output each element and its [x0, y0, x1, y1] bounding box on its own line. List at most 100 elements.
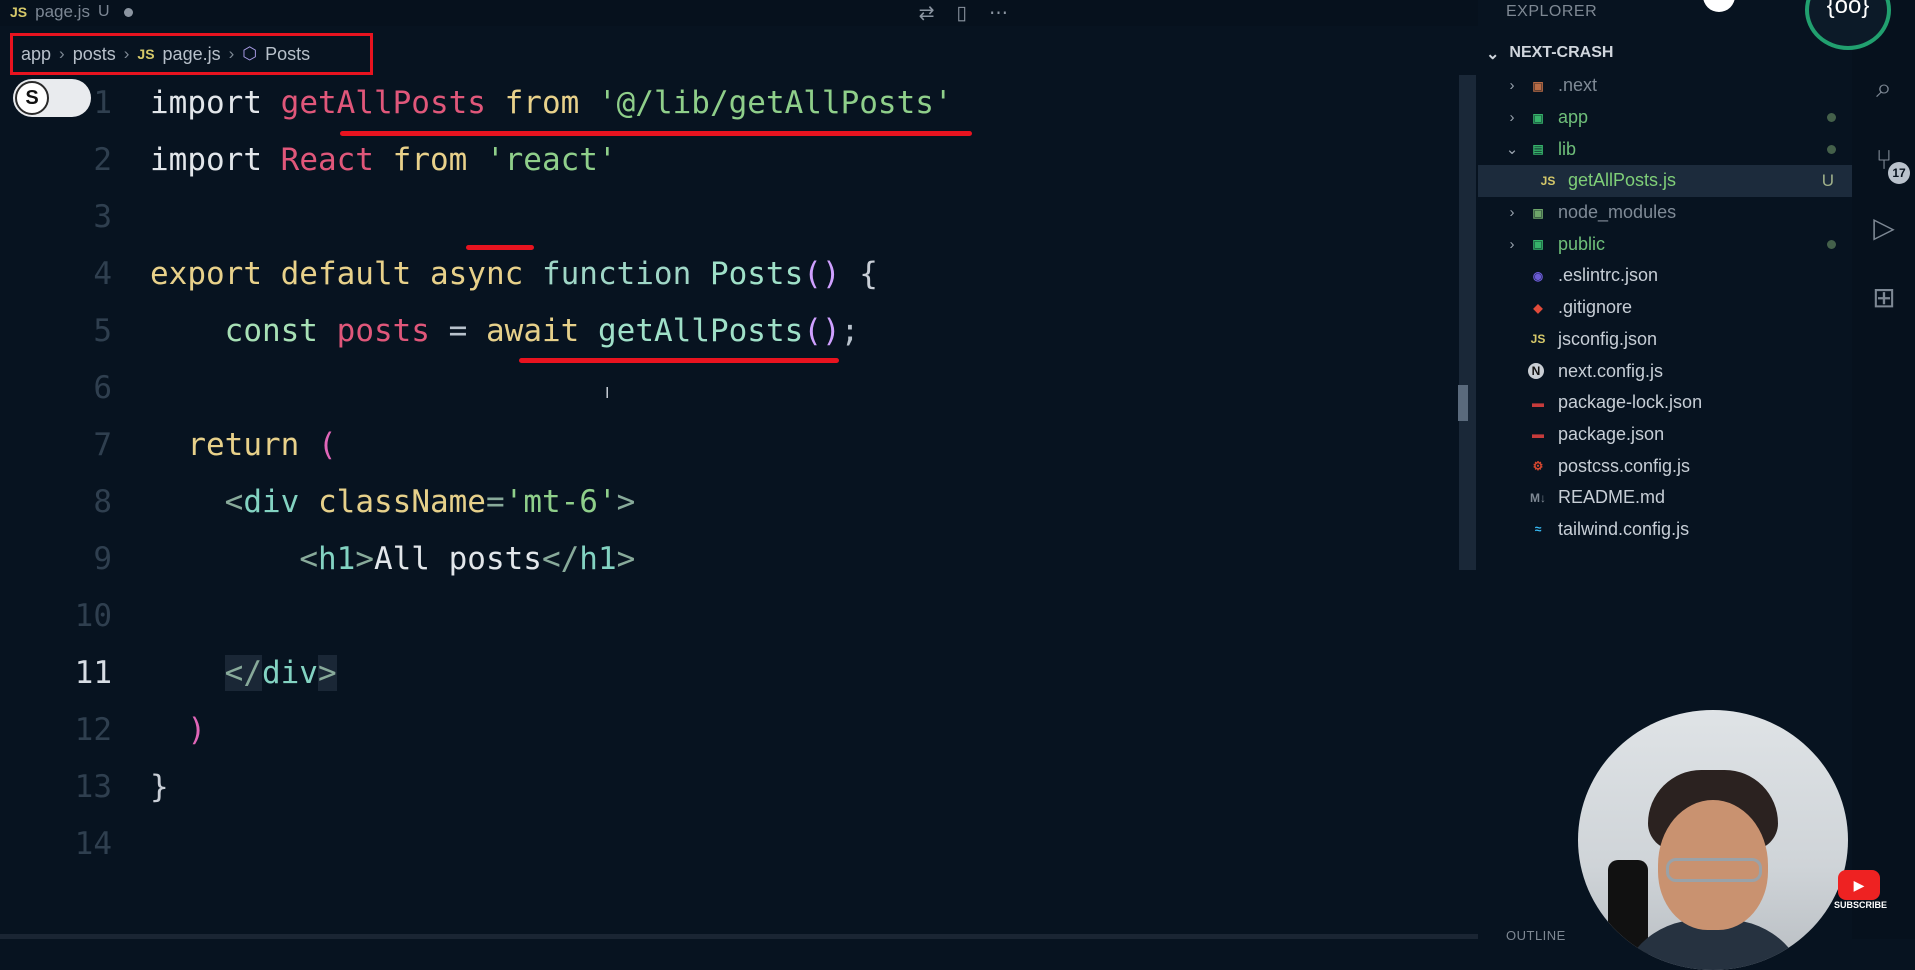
line-number: 6	[93, 370, 112, 406]
code-text: </div>	[224, 655, 337, 691]
chevron-right-icon: ›	[59, 44, 65, 63]
breadcrumb-app[interactable]: app	[21, 44, 51, 65]
folder-open-icon: ▤	[1532, 142, 1544, 157]
explorer-title: EXPLORER	[1506, 3, 1598, 20]
git-status-dot	[1827, 113, 1836, 123]
line-number: 1	[93, 85, 112, 121]
symbol-icon: ⬡	[242, 44, 258, 63]
line-number: 4	[93, 256, 112, 292]
chevron-right-icon: ›	[123, 44, 130, 63]
tree-item-tailwind[interactable]: ≈ tailwind.config.js	[1478, 514, 1852, 546]
code-text: const posts = await getAllPosts();	[224, 313, 860, 349]
line-number: 7	[93, 427, 112, 463]
tab-filename: page.js	[35, 2, 90, 21]
tree-item-readme[interactable]: M↓ README.md	[1478, 482, 1852, 514]
folder-icon: ▣	[1532, 110, 1544, 125]
explorer-root-folder[interactable]: ⌄ NEXT-CRASH	[1486, 44, 1613, 64]
root-folder-name: NEXT-CRASH	[1509, 44, 1614, 61]
tree-item-label: .next	[1558, 75, 1598, 96]
presenter-webcam	[1578, 710, 1848, 970]
tree-item-gitignore[interactable]: ◆ .gitignore	[1478, 292, 1852, 324]
scrollbar-track[interactable]	[1459, 75, 1476, 570]
code-line: 14	[0, 816, 1460, 873]
more-actions-icon[interactable]: ⋯	[989, 2, 1008, 25]
line-number: 10	[74, 598, 112, 634]
tree-item-eslintrc[interactable]: ◉ .eslintrc.json	[1478, 260, 1852, 292]
code-line: 8 <div className='mt-6'>	[0, 474, 1460, 531]
code-line: 2 import React from 'react'	[0, 132, 1460, 189]
chevron-right-icon: ›	[1509, 109, 1515, 127]
subscribe-button[interactable]: ▶ SUBSCRIBE	[1834, 870, 1888, 920]
code-editor[interactable]: 1 import getAllPosts from '@/lib/getAllP…	[0, 75, 1460, 935]
file-tree: › ▣ .next › ▣ app ⌄ ▤ lib JS getAllPosts…	[1478, 70, 1852, 545]
git-icon: ◆	[1533, 300, 1543, 315]
compare-changes-icon[interactable]: ⇄	[919, 2, 935, 25]
tree-item-label: node_modules	[1558, 202, 1677, 223]
tree-item-next-config[interactable]: N next.config.js	[1478, 355, 1852, 387]
tab-git-status: U	[97, 3, 110, 20]
split-editor-icon[interactable]: ▯	[957, 2, 967, 25]
code-text: <h1>All posts</h1>	[299, 541, 636, 577]
youtube-play-icon: ▶	[1838, 870, 1880, 900]
breadcrumb-page-js[interactable]: page.js	[163, 44, 221, 65]
editor-actions: ⇄ ▯ ⋯	[919, 2, 1008, 25]
js-file-icon: JS	[1530, 332, 1546, 347]
scm-count-badge: 17	[1888, 162, 1910, 184]
run-debug-icon[interactable]: ▷	[1868, 212, 1900, 244]
unsaved-dot-icon[interactable]	[123, 7, 133, 17]
extensions-icon[interactable]: ⊞	[1868, 282, 1900, 314]
breadcrumb-posts[interactable]: posts	[73, 44, 116, 65]
folder-icon: ▣	[1532, 237, 1544, 252]
tree-item-label: public	[1558, 233, 1606, 254]
tree-item-package-json[interactable]: ▬ package.json	[1478, 419, 1852, 451]
tree-item-public[interactable]: › ▣ public	[1478, 228, 1852, 260]
code-line: 11 </div>	[0, 645, 1460, 702]
tree-item-app[interactable]: › ▣ app	[1478, 102, 1852, 134]
code-line: 7 return (	[0, 417, 1460, 474]
code-text: )	[187, 712, 206, 748]
js-file-icon: JS	[1540, 173, 1556, 188]
chevron-down-icon: ⌄	[1486, 46, 1500, 63]
tree-item-postcss[interactable]: ⚙ postcss.config.js	[1478, 450, 1852, 482]
tree-item-lib[interactable]: ⌄ ▤ lib	[1478, 133, 1852, 165]
npm-icon: ▬	[1532, 395, 1544, 410]
tree-item-label: jsconfig.json	[1558, 328, 1658, 349]
tree-item-label: README.md	[1558, 487, 1666, 508]
subscribe-label: SUBSCRIBE	[1834, 900, 1888, 910]
eslint-icon: ◉	[1532, 268, 1544, 283]
git-status-dot	[1827, 144, 1836, 154]
code-text: return (	[187, 427, 337, 463]
code-line: 10	[0, 588, 1460, 645]
tree-item-label: package.json	[1558, 423, 1665, 444]
outline-section[interactable]: OUTLINE	[1506, 928, 1566, 943]
js-file-icon: JS	[10, 4, 28, 20]
code-line: 9 <h1>All posts</h1>	[0, 531, 1460, 588]
npm-icon: ▬	[1532, 427, 1544, 442]
code-line: 3	[0, 189, 1460, 246]
line-number: 14	[74, 826, 112, 862]
tree-item-jsconfig[interactable]: JS jsconfig.json	[1478, 324, 1852, 356]
breadcrumb: app › posts › JS page.js › ⬡ Posts	[10, 33, 373, 75]
editor-tab-bar: JS page.js U ⇄ ▯ ⋯	[0, 0, 1478, 26]
markdown-icon: M↓	[1530, 490, 1546, 505]
tree-item-label: lib	[1558, 138, 1577, 159]
annotation-underline	[519, 358, 839, 363]
scrollbar-thumb[interactable]	[1458, 385, 1468, 421]
chevron-right-icon: ›	[1509, 77, 1515, 95]
tree-item-label: package-lock.json	[1558, 392, 1703, 413]
breadcrumb-posts-symbol[interactable]: Posts	[265, 44, 310, 65]
tree-item-label: next.config.js	[1558, 360, 1664, 381]
annotation-underline	[466, 245, 534, 250]
search-icon[interactable]: ⌕	[1868, 72, 1900, 104]
folder-icon: ▣	[1532, 78, 1544, 93]
postcss-icon: ⚙	[1532, 459, 1544, 474]
tab-page-js[interactable]: JS page.js U	[10, 2, 133, 22]
tree-item-next[interactable]: › ▣ .next	[1478, 70, 1852, 102]
tree-item-node-modules[interactable]: › ▣ node_modules	[1478, 197, 1852, 229]
code-text: import getAllPosts from '@/lib/getAllPos…	[150, 85, 953, 121]
tree-item-getallposts[interactable]: JS getAllPosts.js U	[1478, 165, 1852, 197]
tree-item-label: .gitignore	[1558, 297, 1633, 318]
code-text: export default async function Posts() {	[150, 256, 878, 292]
tree-item-package-lock[interactable]: ▬ package-lock.json	[1478, 387, 1852, 419]
code-line: 5 const posts = await getAllPosts();	[0, 303, 1460, 360]
